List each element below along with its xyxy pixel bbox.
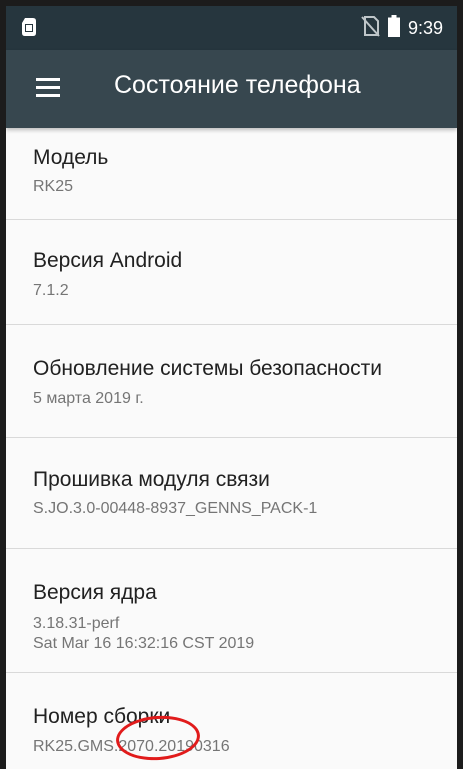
menu-icon[interactable] bbox=[36, 78, 60, 100]
item-label: Прошивка модуля связи bbox=[33, 468, 270, 491]
page-title: Состояние телефона bbox=[114, 71, 361, 99]
item-value-secondary: Sat Mar 16 16:32:16 CST 2019 bbox=[33, 635, 255, 652]
item-value: 3.18.31-perf bbox=[33, 615, 120, 632]
sim-card-icon bbox=[22, 18, 36, 41]
list-item-build-number[interactable]: Номер сборки RK25.GMS.2070.20190316 bbox=[6, 673, 457, 769]
list-item-model[interactable]: Модель RK25 bbox=[6, 128, 457, 220]
item-label: Версия Android bbox=[33, 249, 183, 272]
item-label: Обновление системы безопасности bbox=[33, 357, 383, 380]
item-value: RK25 bbox=[33, 178, 74, 195]
status-bar: 9:39 bbox=[6, 6, 457, 50]
battery-icon bbox=[387, 15, 400, 42]
phone-screen: 9:39 Состояние телефона Модель RK25 Верс… bbox=[0, 0, 463, 769]
item-value: 5 марта 2019 г. bbox=[33, 390, 144, 407]
list-item-kernel-version[interactable]: Версия ядра 3.18.31-perf Sat Mar 16 16:3… bbox=[6, 549, 457, 673]
phone-status-list: Модель RK25 Версия Android 7.1.2 Обновле… bbox=[6, 128, 457, 769]
item-label: Версия ядра bbox=[33, 581, 157, 604]
app-toolbar: Состояние телефона bbox=[6, 50, 457, 128]
status-time: 9:39 bbox=[407, 18, 443, 38]
list-item-baseband[interactable]: Прошивка модуля связи S.JO.3.0-00448-893… bbox=[6, 438, 457, 549]
no-sim-icon bbox=[360, 15, 380, 42]
list-item-security-update[interactable]: Обновление системы безопасности 5 марта … bbox=[6, 325, 457, 438]
list-item-android-version[interactable]: Версия Android 7.1.2 bbox=[6, 220, 457, 325]
item-value: 7.1.2 bbox=[33, 282, 69, 299]
item-label: Модель bbox=[33, 146, 109, 169]
item-value: S.JO.3.0-00448-8937_GENNS_PACK-1 bbox=[33, 500, 318, 517]
